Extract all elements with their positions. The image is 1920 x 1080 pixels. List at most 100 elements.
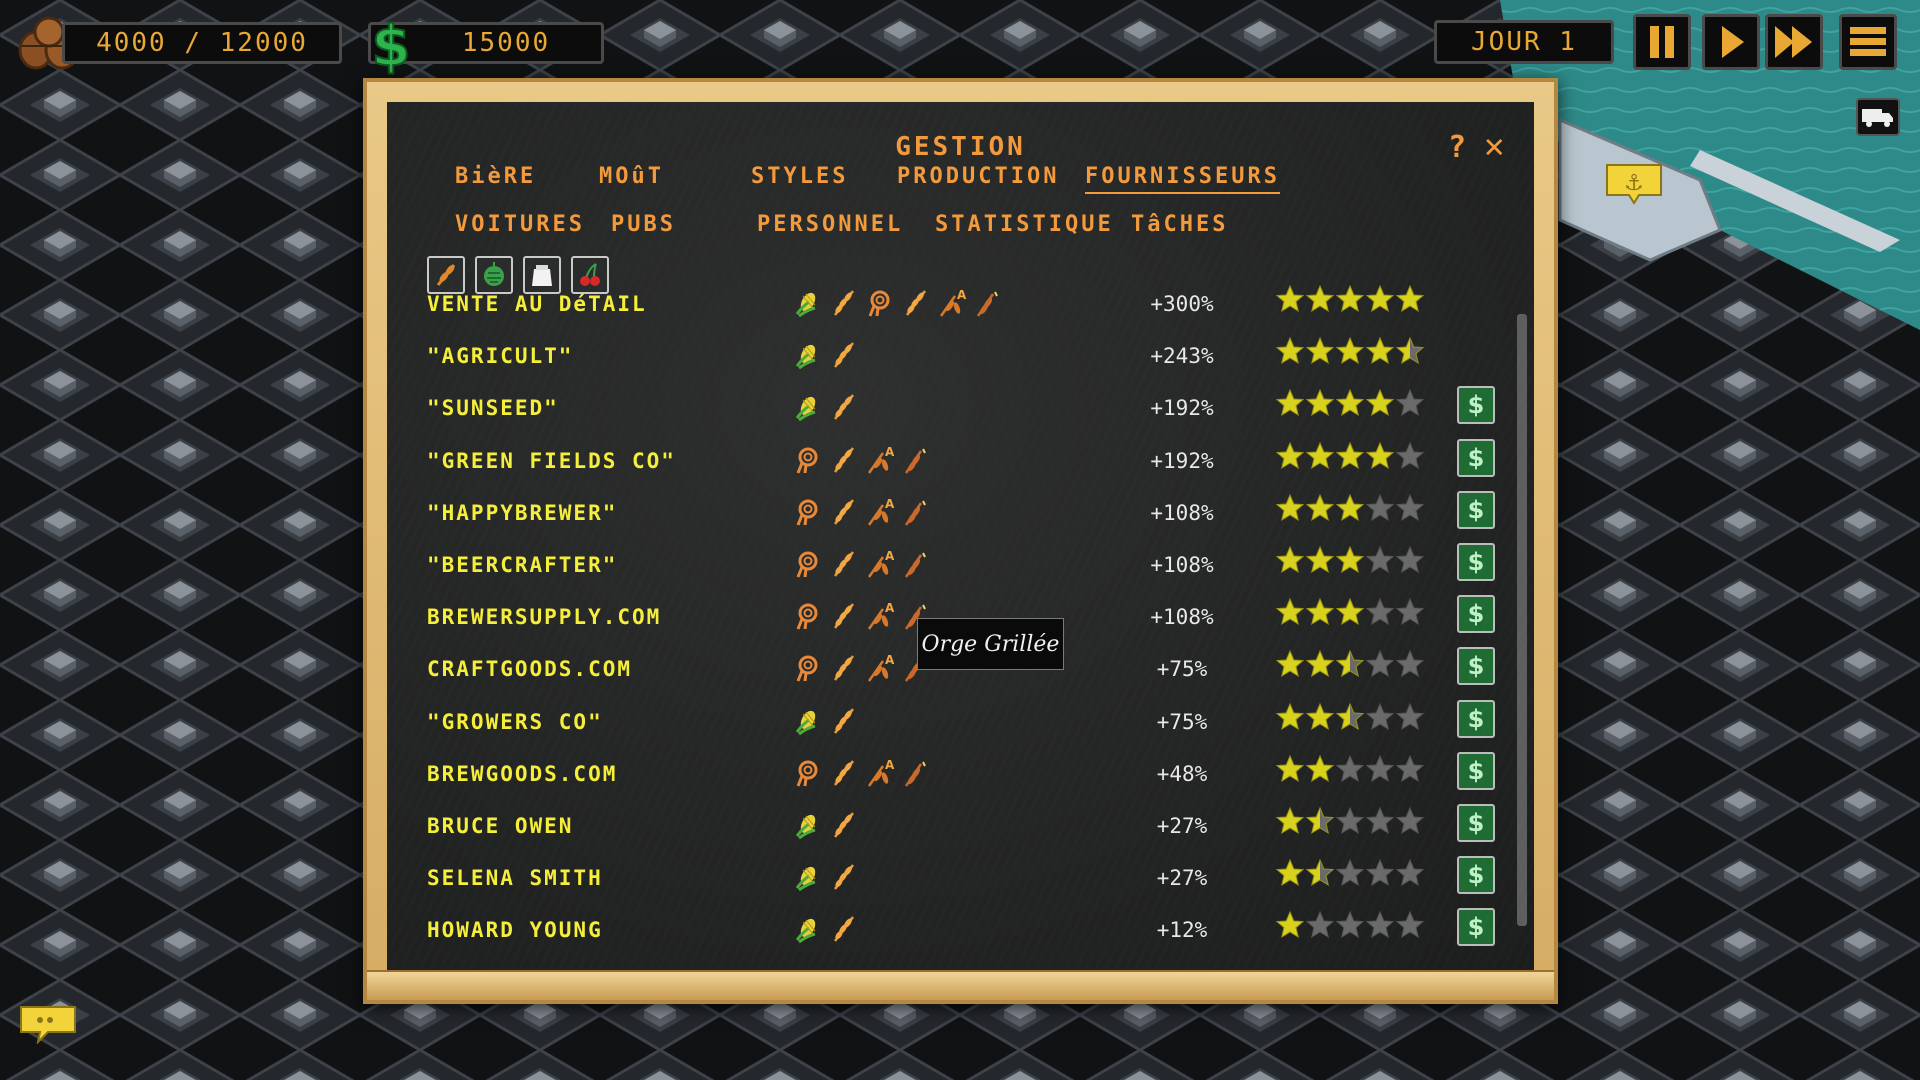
tab-production[interactable]: PRODUCTION	[897, 164, 1059, 189]
rating-stars	[1275, 284, 1425, 314]
wheat-icon[interactable]	[829, 810, 859, 840]
supplier-row[interactable]: HOWARD YOUNG +12% $	[387, 908, 1507, 958]
star-icon	[1275, 806, 1305, 835]
tab-statistique[interactable]: STATISTIQUE	[935, 212, 1114, 237]
corn-icon[interactable]	[793, 288, 823, 318]
wheat-grade-a-icon[interactable]: A	[865, 497, 895, 527]
buy-button[interactable]: $	[1457, 856, 1495, 895]
supplier-row[interactable]: BREWGOODS.COM A +48% $	[387, 751, 1507, 804]
star-icon	[1305, 911, 1335, 939]
roasted-barley-icon[interactable]	[865, 288, 895, 318]
supplier-name: VENTE AU DéTAIL	[427, 292, 647, 316]
wheat-icon[interactable]	[829, 601, 859, 631]
wheat-grade-a-icon[interactable]: A	[865, 549, 895, 579]
wheat-icon[interactable]	[829, 340, 859, 370]
supplier-row[interactable]: "SUNSEED" +192% $	[387, 386, 1507, 438]
tab-taches[interactable]: TâCHES	[1131, 212, 1228, 237]
corn-icon[interactable]	[793, 392, 823, 422]
roasted-barley-icon[interactable]	[793, 653, 823, 683]
buy-button[interactable]: $	[1457, 386, 1495, 425]
dark-wheat-icon[interactable]	[901, 497, 931, 527]
tab-fournisseurs[interactable]: FOURNISSEURS	[1085, 164, 1280, 194]
day-counter: JOUR 1	[1434, 20, 1614, 64]
buy-button[interactable]: $	[1457, 908, 1495, 947]
corn-icon[interactable]	[793, 706, 823, 736]
play-button[interactable]	[1702, 14, 1760, 70]
tab-styles[interactable]: STYLES	[751, 164, 848, 189]
supplier-row[interactable]: "BEERCRAFTER" A +108% $	[387, 543, 1507, 595]
roasted-barley-icon[interactable]	[793, 549, 823, 579]
rating-stars	[1275, 754, 1425, 784]
wheat-icon[interactable]	[829, 549, 859, 579]
supplier-row[interactable]: "AGRICULT" +243%	[387, 336, 1507, 386]
wheat-icon[interactable]	[829, 706, 859, 736]
chat-bubble-icon[interactable]	[18, 1004, 78, 1044]
tab-mout[interactable]: MOûT	[599, 164, 664, 189]
wheat-icon[interactable]	[901, 288, 931, 318]
roasted-barley-icon[interactable]	[793, 497, 823, 527]
dark-wheat-icon[interactable]	[973, 288, 1003, 318]
star-icon	[1395, 754, 1425, 782]
harbor-anchor-marker[interactable]: ⚓	[1603, 163, 1665, 205]
pause-button[interactable]	[1633, 14, 1691, 70]
tab-voitures[interactable]: VOITURES	[455, 212, 585, 237]
wheat-icon[interactable]	[829, 914, 859, 944]
wheat-grade-a-icon[interactable]: A	[865, 758, 895, 788]
wheat-icon[interactable]	[829, 445, 859, 475]
wheat-icon[interactable]	[829, 758, 859, 788]
buy-button[interactable]: $	[1457, 438, 1495, 477]
supplier-row[interactable]: "GREEN FIELDS CO" A +192% $	[387, 438, 1507, 491]
corn-icon[interactable]	[793, 810, 823, 840]
buy-button[interactable]: $	[1457, 647, 1495, 686]
list-scrollbar[interactable]	[1517, 314, 1527, 926]
roasted-barley-icon[interactable]	[793, 445, 823, 475]
tab-biere[interactable]: BièRE	[455, 164, 536, 189]
corn-icon[interactable]	[793, 914, 823, 944]
buy-button[interactable]: $	[1457, 804, 1495, 842]
tab-pubs[interactable]: PUBS	[611, 212, 676, 237]
svg-text:A: A	[885, 445, 895, 459]
buy-button[interactable]: $	[1457, 751, 1495, 790]
wheat-icon[interactable]	[829, 497, 859, 527]
roasted-barley-icon[interactable]	[793, 601, 823, 631]
star-icon	[1365, 858, 1395, 887]
fast-forward-button[interactable]	[1765, 14, 1823, 70]
roasted-barley-icon[interactable]	[793, 758, 823, 788]
menu-button[interactable]	[1839, 14, 1897, 70]
help-button[interactable]: ?	[1448, 130, 1469, 165]
corn-icon[interactable]	[793, 340, 823, 370]
delivery-truck-button[interactable]	[1856, 98, 1900, 136]
star-icon	[1275, 754, 1305, 782]
supplier-name: SELENA SMITH	[427, 866, 603, 891]
wheat-grade-a-icon[interactable]: A	[865, 445, 895, 475]
dark-wheat-icon[interactable]	[901, 549, 931, 579]
buy-button[interactable]: $	[1457, 699, 1495, 738]
dark-wheat-icon[interactable]	[901, 758, 931, 788]
corn-icon[interactable]	[793, 862, 823, 892]
price-bonus: +108%	[1150, 553, 1214, 577]
wheat-grade-a-icon[interactable]: A	[937, 288, 967, 318]
wheat-icon[interactable]	[829, 392, 859, 422]
supplier-row[interactable]: "GROWERS CO" +75% $	[387, 699, 1507, 752]
wheat-icon[interactable]	[829, 862, 859, 892]
buy-button[interactable]: $	[1457, 543, 1495, 581]
supplier-row[interactable]: "HAPPYBREWER" A +108% $	[387, 490, 1507, 543]
supplier-row[interactable]: SELENA SMITH +27% $	[387, 856, 1507, 908]
dark-wheat-icon[interactable]	[901, 445, 931, 475]
chalkboard: GESTION ? ✕ BièRE MOûT STYLES PRODUCTION…	[387, 102, 1534, 970]
buy-button[interactable]: $	[1457, 490, 1495, 529]
svg-text:A: A	[957, 288, 967, 302]
supplier-row[interactable]: VENTE AU DéTAIL A +300%	[387, 284, 1507, 334]
supplier-name: HOWARD YOUNG	[427, 918, 603, 943]
wheat-grade-a-icon[interactable]: A	[865, 601, 895, 631]
close-button[interactable]: ✕	[1484, 126, 1507, 166]
svg-text:A: A	[885, 549, 895, 563]
tab-personnel[interactable]: PERSONNEL	[757, 212, 903, 237]
wheat-grade-a-icon[interactable]: A	[865, 653, 895, 683]
star-icon	[1335, 441, 1365, 469]
dollar-icon: $	[1467, 756, 1485, 785]
wheat-icon[interactable]	[829, 653, 859, 683]
supplier-row[interactable]: BRUCE OWEN +27% $	[387, 804, 1507, 856]
buy-button[interactable]: $	[1457, 595, 1495, 634]
wheat-icon[interactable]	[829, 288, 859, 318]
